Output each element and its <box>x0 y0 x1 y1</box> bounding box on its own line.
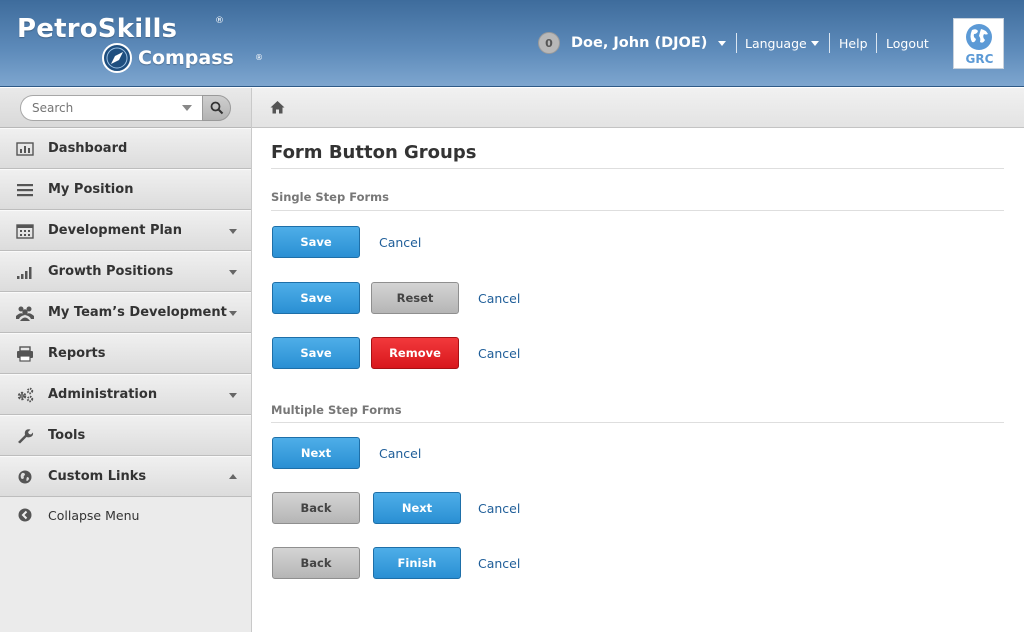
brand-logo[interactable]: PetroSkills <box>17 14 177 44</box>
chevron-up-icon <box>229 474 237 479</box>
printer-icon <box>17 346 33 362</box>
cancel-link[interactable]: Cancel <box>379 446 421 461</box>
section-divider <box>271 210 1004 211</box>
chevron-down-icon <box>229 270 237 275</box>
save-button[interactable]: Save <box>272 282 360 314</box>
globe-icon <box>18 470 32 484</box>
chevron-down-icon <box>229 229 237 234</box>
cancel-link[interactable]: Cancel <box>478 556 520 571</box>
cancel-link[interactable]: Cancel <box>379 235 421 250</box>
next-button[interactable]: Next <box>373 492 461 524</box>
sidebar-item-label: My Position <box>48 182 134 197</box>
team-icon <box>16 306 34 321</box>
search-input[interactable] <box>20 95 202 121</box>
cancel-link[interactable]: Cancel <box>478 291 520 306</box>
chevron-down-icon <box>229 393 237 398</box>
sidebar-item-label: Dashboard <box>48 141 128 156</box>
user-menu-chevron-down-icon[interactable] <box>718 41 726 46</box>
section-heading-single-step: Single Step Forms <box>271 190 389 204</box>
search-bar <box>0 88 251 128</box>
sidebar-item-custom-links[interactable]: Custom Links <box>0 456 251 497</box>
section-heading-multi-step: Multiple Step Forms <box>271 403 402 417</box>
section-divider <box>271 422 1004 423</box>
sidebar: Dashboard My Position Development Plan G… <box>0 88 252 632</box>
notification-badge[interactable]: 0 <box>538 32 560 54</box>
help-link[interactable]: Help <box>839 36 868 51</box>
product-trademark: ® <box>255 53 263 62</box>
language-chevron-down-icon[interactable] <box>811 41 819 46</box>
logout-link[interactable]: Logout <box>886 36 929 51</box>
sidebar-item-dashboard[interactable]: Dashboard <box>0 128 251 169</box>
home-icon[interactable] <box>270 100 285 114</box>
chevron-down-icon <box>229 311 237 316</box>
language-menu[interactable]: Language <box>745 36 807 51</box>
wrench-icon <box>18 429 34 444</box>
arrow-left-circle-icon <box>18 508 32 522</box>
user-menu-name[interactable]: Doe, John (DJOE) <box>571 35 707 51</box>
sidebar-item-label: Reports <box>48 346 106 361</box>
bar-chart-icon <box>16 142 34 156</box>
sidebar-item-my-teams-development[interactable]: My Team’s Development <box>0 292 251 333</box>
finish-button[interactable]: Finish <box>373 547 461 579</box>
header-divider <box>736 33 737 53</box>
collapse-menu-button[interactable]: Collapse Menu <box>0 497 251 533</box>
remove-button[interactable]: Remove <box>371 337 459 369</box>
sidebar-item-tools[interactable]: Tools <box>0 415 251 456</box>
next-button[interactable]: Next <box>272 437 360 469</box>
back-button[interactable]: Back <box>272 547 360 579</box>
sidebar-item-my-position[interactable]: My Position <box>0 169 251 210</box>
sidebar-item-label: Growth Positions <box>48 264 174 279</box>
brand-trademark: ® <box>215 16 224 26</box>
gears-icon <box>17 387 34 403</box>
search-icon <box>210 101 224 115</box>
page-title: Form Button Groups <box>271 142 477 163</box>
calendar-icon <box>16 224 34 239</box>
search-button[interactable] <box>202 95 231 121</box>
cancel-link[interactable]: Cancel <box>478 501 520 516</box>
sidebar-item-growth-positions[interactable]: Growth Positions <box>0 251 251 292</box>
back-button[interactable]: Back <box>272 492 360 524</box>
sidebar-item-label: Custom Links <box>48 469 147 484</box>
save-button[interactable]: Save <box>272 337 360 369</box>
signal-icon <box>17 267 32 279</box>
org-logo[interactable]: GRC <box>953 18 1004 69</box>
product-name: Compass <box>138 47 234 69</box>
reset-button[interactable]: Reset <box>371 282 459 314</box>
collapse-menu-label: Collapse Menu <box>48 508 140 523</box>
sidebar-item-label: Administration <box>48 387 158 402</box>
save-button[interactable]: Save <box>272 226 360 258</box>
search-options-chevron-down-icon[interactable] <box>182 105 192 111</box>
sidebar-item-reports[interactable]: Reports <box>0 333 251 374</box>
title-divider <box>271 168 1004 169</box>
breadcrumb <box>252 88 1024 128</box>
app-header: PetroSkills ® Compass ® 0 Doe, John (DJO… <box>0 0 1024 87</box>
header-divider <box>876 33 877 53</box>
sidebar-item-label: My Team’s Development <box>48 305 227 320</box>
sidebar-item-administration[interactable]: Administration <box>0 374 251 415</box>
cancel-link[interactable]: Cancel <box>478 346 520 361</box>
org-badge-text: GRC <box>965 52 994 66</box>
list-icon <box>17 184 33 197</box>
header-divider <box>829 33 830 53</box>
sidebar-item-label: Development Plan <box>48 223 182 238</box>
globe-icon <box>966 24 992 50</box>
sidebar-item-label: Tools <box>48 428 86 443</box>
compass-icon <box>102 43 132 73</box>
sidebar-item-development-plan[interactable]: Development Plan <box>0 210 251 251</box>
